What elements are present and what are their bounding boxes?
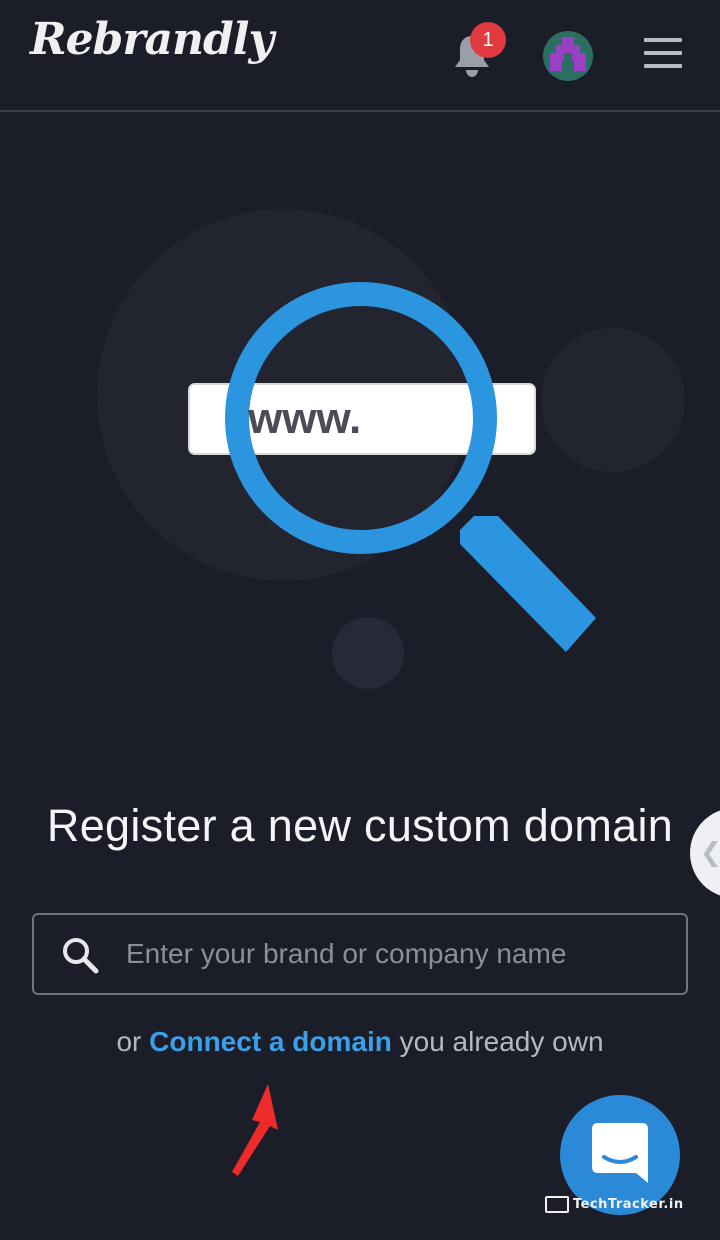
user-avatar[interactable] <box>543 31 593 81</box>
connect-domain-text: or Connect a domain you already own <box>0 1026 720 1058</box>
connect-suffix: you already own <box>391 1026 604 1057</box>
notification-badge[interactable]: 1 <box>470 22 506 58</box>
page-title: Register a new custom domain <box>46 800 674 851</box>
chat-icon <box>592 1123 648 1183</box>
top-navigation-bar: Rebrandly 1 <box>0 0 720 112</box>
rebrandly-logo[interactable]: Rebrandly <box>30 14 274 65</box>
watermark-text: TechTracker.in <box>573 1197 684 1212</box>
domain-search-illustration: www. <box>0 112 720 752</box>
red-arrow-annotation <box>220 1080 290 1180</box>
hamburger-icon[interactable] <box>644 38 684 72</box>
www-url-text: www. <box>248 394 362 443</box>
search-icon <box>60 935 100 975</box>
connect-domain-link[interactable]: Connect a domain <box>149 1026 392 1057</box>
connect-prefix: or <box>116 1026 150 1057</box>
watermark: TechTracker.in <box>545 1196 684 1213</box>
page: Rebrandly 1 www. ❮ Register a new custom… <box>0 0 720 1240</box>
watermark-icon <box>545 1196 569 1213</box>
brand-search-box[interactable] <box>32 913 688 995</box>
brand-search-input[interactable] <box>124 925 668 983</box>
